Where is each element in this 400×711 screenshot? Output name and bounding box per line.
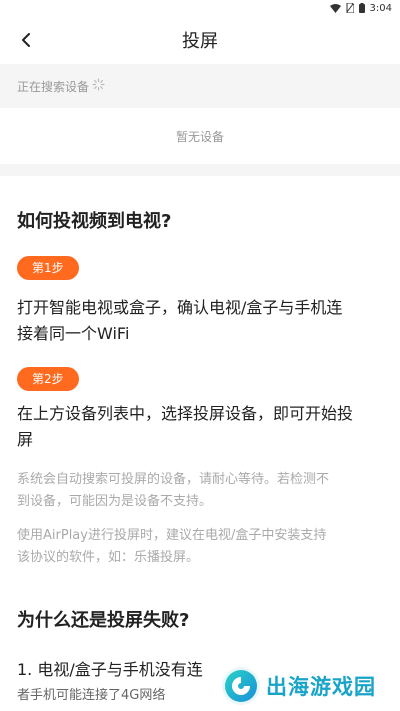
note-1: 系统会自动搜索可投屏的设备，请耐心等待。若检测不 到设备，可能因为是设备不支持。	[17, 469, 383, 513]
help-content: 如何投视频到电视? 第1步 打开智能电视或盒子，确认电视/盒子与手机连 接着同一…	[0, 176, 400, 711]
failure-title: 为什么还是投屏失败?	[17, 610, 190, 631]
step-1-line-1: 打开智能电视或盒子，确认电视/盒子与手机连	[17, 298, 343, 317]
device-list: 暂无设备	[0, 108, 400, 164]
watermark-text: 出海游戏园	[266, 675, 376, 699]
page-title: 投屏	[182, 31, 218, 52]
step-1-text: 打开智能电视或盒子，确认电视/盒子与手机连 接着同一个WiFi	[17, 295, 383, 347]
wifi-icon	[329, 3, 341, 13]
step-1-line-2: 接着同一个WiFi	[17, 324, 130, 343]
note-2-line-2: 该协议的软件，如：乐播投屏。	[17, 550, 200, 565]
back-button[interactable]	[14, 28, 38, 52]
step-2-badge: 第2步	[17, 367, 79, 391]
step-2-line-2: 屏	[17, 430, 34, 449]
loading-spinner-icon	[92, 78, 105, 94]
note-1-line-2: 到设备，可能因为是设备不支持。	[17, 494, 213, 509]
status-bar: 3:04	[0, 0, 400, 16]
watermark-logo-icon	[222, 667, 260, 705]
no-sim-icon	[346, 3, 354, 13]
empty-devices-label: 暂无设备	[175, 129, 224, 144]
nav-bar: 投屏	[0, 16, 400, 64]
battery-icon	[358, 3, 365, 13]
step-2-line-1: 在上方设备列表中，选择投屏设备，即可开始投	[17, 404, 354, 423]
step-1-badge: 第1步	[17, 256, 79, 280]
note-1-line-1: 系统会自动搜索可投屏的设备，请耐心等待。若检测不	[17, 472, 330, 487]
note-2: 使用AirPlay进行投屏时，建议在电视/盒子中安装支持 该协议的软件，如：乐播…	[17, 525, 383, 569]
search-status-label: 正在搜索设备	[17, 79, 90, 94]
status-time: 3:04	[369, 2, 392, 14]
step-2-text: 在上方设备列表中，选择投屏设备，即可开始投 屏	[17, 401, 383, 453]
search-status: 正在搜索设备	[0, 64, 400, 108]
watermark: 出海游戏园	[222, 664, 394, 708]
chevron-left-icon	[22, 33, 30, 47]
guide-title: 如何投视频到电视?	[17, 211, 172, 232]
note-2-line-1: 使用AirPlay进行投屏时，建议在电视/盒子中安装支持	[17, 528, 327, 543]
section-divider	[0, 164, 400, 176]
